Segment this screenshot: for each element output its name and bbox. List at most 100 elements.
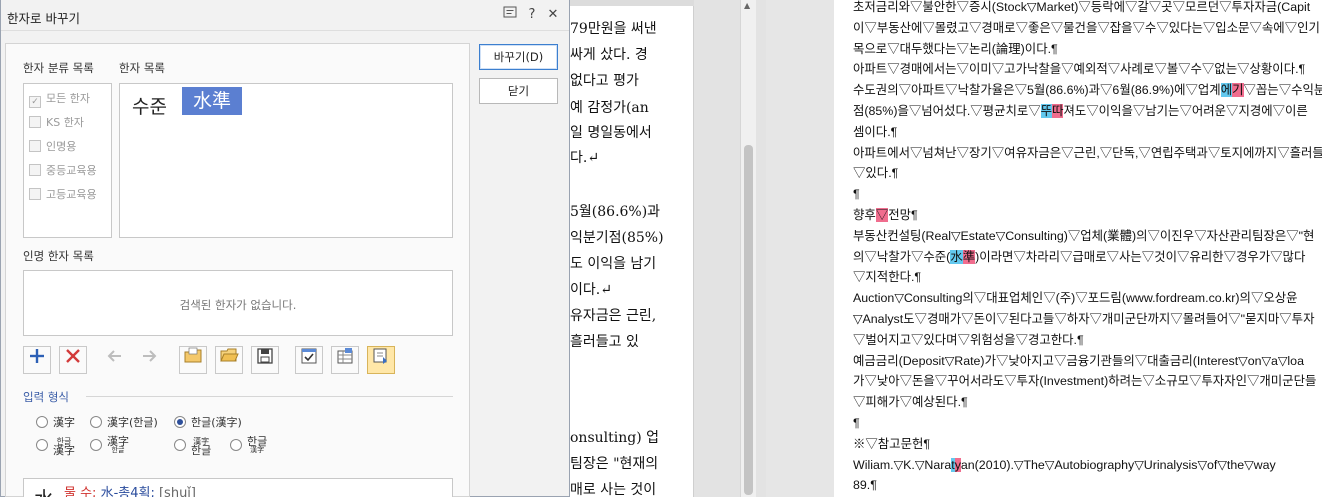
checkbox-icon[interactable] bbox=[29, 116, 41, 128]
checkbox-icon[interactable] bbox=[29, 188, 41, 200]
doc-left-line: 싸게 샀다. 경 bbox=[570, 47, 648, 63]
format-radio-ruby-hangul-small[interactable]: 한글 漢字 bbox=[230, 436, 267, 455]
highlighted-text: ▽ bbox=[875, 208, 889, 222]
text-run: 예금금리(Deposit▽Rate)가▽낮아지고▽금융기관들의▽대출금리(Int… bbox=[853, 353, 1304, 368]
format-radio-hanja[interactable]: 漢字 bbox=[36, 414, 75, 430]
radio-icon[interactable] bbox=[230, 439, 242, 451]
arrow-right-icon[interactable] bbox=[135, 346, 163, 374]
text-run: an(2010).▽The▽Autobiography▽Urinalysis▽o… bbox=[960, 457, 1276, 472]
text-run: ▽피해가▽예상된다.¶ bbox=[853, 395, 968, 410]
delete-button[interactable] bbox=[59, 346, 87, 374]
doc-left-line: 흘러들고 있 bbox=[570, 334, 639, 350]
doc-right-line: ▽있다.¶ bbox=[853, 163, 898, 183]
highlighted-text: 水 bbox=[950, 249, 963, 264]
text-run: Wiliam.▽K.▽Nara bbox=[853, 457, 952, 472]
text-run: 셈이다.¶ bbox=[853, 124, 898, 139]
grid-settings-icon[interactable] bbox=[331, 346, 359, 374]
text-run: 가▽낮아▽돈을▽꾸어서라도▽투자(Investment)하려는▽소규모▽투자자인… bbox=[853, 374, 1317, 389]
category-list-label: 한자 분류 목록 bbox=[23, 61, 94, 75]
category-item-high[interactable]: 고등교육용 bbox=[29, 186, 97, 202]
text-run: 져도▽이익을▽남기는▽어려운▽지경에▽이른 bbox=[1063, 104, 1308, 118]
radio-icon[interactable] bbox=[90, 416, 102, 428]
doc-left-line: 일 명일동에서 bbox=[570, 125, 652, 141]
text-run: 부동산컨설팅(Real▽Estate▽Consulting)▽업체(業體)의▽이… bbox=[853, 228, 1315, 243]
checkbox-icon[interactable] bbox=[29, 140, 41, 152]
hanja-pinyin: [shuǐ] bbox=[158, 486, 196, 497]
dictionary-folder-icon[interactable] bbox=[179, 346, 207, 374]
doc-right-line: 아파트에서▽넘쳐난▽장기▽여유자금은▽근린,▽단독,▽연립주택과▽토지에까지▽흘… bbox=[853, 143, 1322, 163]
radio-selected-icon[interactable] bbox=[174, 416, 186, 428]
radio-icon[interactable] bbox=[174, 439, 186, 451]
text-run: ¶ bbox=[853, 416, 860, 430]
text-run: 89.¶ bbox=[853, 478, 877, 493]
checkbox-icon[interactable] bbox=[29, 164, 41, 176]
replace-button[interactable]: 바꾸기(D) bbox=[479, 44, 558, 70]
category-item-all[interactable]: ✓ 모든 한자 bbox=[29, 90, 90, 108]
close-icon[interactable]: ✕ bbox=[544, 6, 562, 24]
doc-right-line: 향후▽전망¶ bbox=[853, 205, 918, 225]
format-radio-hanja-hangul[interactable]: 漢字(한글) bbox=[90, 414, 158, 430]
person-hanja-label: 인명 한자 목록 bbox=[23, 249, 94, 263]
format-radio-ruby-hanja-over-hangul[interactable]: 漢字 한글 bbox=[90, 436, 129, 455]
format-radio-ruby-hanja-small[interactable]: 漢字 한글 bbox=[174, 437, 211, 456]
doc-right-line: 수도권의▽아파트▽낙찰가율은▽5월(86.6%)과▽6월(86.9%)에▽업계에… bbox=[853, 80, 1322, 100]
text-run: ※▽참고문헌¶ bbox=[853, 436, 931, 451]
checklist-icon[interactable] bbox=[295, 346, 323, 374]
hanja-radical: 水-총4획; bbox=[100, 486, 155, 497]
ruler bbox=[570, 0, 694, 6]
highlighted-text: 기 bbox=[1232, 83, 1244, 98]
doc-right-line: Auction▽Consulting의▽대표업체인▽(주)▽포드림(www.fo… bbox=[853, 288, 1298, 308]
category-item-ks[interactable]: KS 한자 bbox=[29, 114, 84, 130]
person-hanja-empty: 검색된 한자가 없습니다. bbox=[179, 298, 297, 312]
text-run: 향후 bbox=[853, 208, 876, 222]
hanja-convert-dialog: 한자로 바꾸기 ? ✕ 한자 분류 목록 한자 목록 ✓ 모든 한자 KS 한자 … bbox=[0, 0, 570, 497]
doc-right-line: ¶ bbox=[853, 184, 860, 204]
plus-icon bbox=[30, 349, 44, 363]
arrow-left-icon[interactable] bbox=[101, 346, 129, 374]
doc-right-line: 예금금리(Deposit▽Rate)가▽낮아지고▽금융기관들의▽대출금리(Int… bbox=[853, 351, 1304, 371]
radio-icon[interactable] bbox=[90, 439, 102, 451]
text-run: 이▽부동산에▽몰렸고▽경매로▽좋은▽물건을▽잡을▽수▽있다는▽입소문▽속에▽인기 bbox=[853, 20, 1320, 35]
checkbox-checked-icon[interactable]: ✓ bbox=[29, 96, 41, 108]
category-item-middle[interactable]: 중등교육용 bbox=[29, 162, 97, 178]
doc-right-line: 부동산컨설팅(Real▽Estate▽Consulting)▽업체(業體)의▽이… bbox=[853, 226, 1314, 246]
scrollbar-thumb[interactable] bbox=[744, 145, 753, 495]
hanja-main-panel: 한자 분류 목록 한자 목록 ✓ 모든 한자 KS 한자 인명용 중등교육용 고등… bbox=[5, 43, 470, 497]
radio-icon[interactable] bbox=[36, 439, 48, 451]
doc-right-line: 89.¶ bbox=[853, 475, 877, 495]
format-radio-ruby-hangul-over-hanja[interactable]: 한글 漢字 bbox=[36, 437, 75, 456]
download-dictionary-icon[interactable] bbox=[367, 346, 395, 374]
add-button[interactable] bbox=[23, 346, 51, 374]
dialog-titlebar[interactable]: 한자로 바꾸기 ? ✕ bbox=[1, 0, 569, 31]
text-run: )이라면▽차라리▽급매로▽사는▽것이▽유리한▽경우가▽많다 bbox=[975, 249, 1306, 264]
doc-right-line: 이▽부동산에▽몰렸고▽경매로▽좋은▽물건을▽잡을▽수▽있다는▽입소문▽속에▽인기 bbox=[853, 18, 1320, 38]
radio-icon[interactable] bbox=[36, 416, 48, 428]
close-button[interactable]: 닫기 bbox=[479, 78, 558, 104]
doc-left-line: 팀장은 "현재의 bbox=[570, 456, 659, 472]
text-run: Auction▽Consulting의▽대표업체인▽(주)▽포드림(www.fo… bbox=[853, 291, 1298, 306]
open-folder-icon[interactable] bbox=[215, 346, 243, 374]
text-run: ▽있다.¶ bbox=[853, 166, 899, 181]
doc-left-line: 없다고 평가 bbox=[570, 73, 639, 89]
highlighted-text: 뚜 bbox=[1040, 104, 1053, 118]
hanja-candidate-selected[interactable]: 水準 bbox=[182, 87, 242, 115]
help-icon[interactable]: ? bbox=[523, 6, 541, 24]
hanja-reading: 수준 bbox=[132, 96, 167, 118]
format-radio-hangul-hanja[interactable]: 한글(漢字) bbox=[174, 414, 242, 430]
doc-left-line: 익분기점(85%) bbox=[570, 230, 664, 246]
doc-left-line: 5월(86.6%)과 bbox=[570, 204, 661, 220]
delete-x-icon bbox=[66, 349, 80, 363]
doc-right-line: ▽지적한다.¶ bbox=[853, 267, 921, 287]
highlighted-text: 따 bbox=[1052, 104, 1064, 118]
scroll-up-icon[interactable]: ▲ bbox=[744, 1, 750, 10]
category-item-name[interactable]: 인명용 bbox=[29, 138, 76, 154]
vertical-scrollbar[interactable]: ▲ bbox=[740, 0, 756, 497]
text-run: 점(85%)을▽넘어섰다.▽평균치로▽ bbox=[853, 104, 1041, 118]
doc-left-line: 다.↵ bbox=[570, 150, 600, 166]
document-page-right[interactable]: 초저금리와▽불안한▽증시(Stock▽Market)▽등락에▽갈▽곳▽모르던▽투… bbox=[834, 0, 1322, 497]
text-run: 목으로▽대두했다는▽논리(論理)이다.¶ bbox=[853, 41, 1058, 56]
window-icon[interactable] bbox=[501, 6, 519, 24]
category-list: ✓ 모든 한자 KS 한자 인명용 중등교육용 고등교육용 bbox=[23, 83, 112, 238]
doc-right-line: ▽피해가▽예상된다.¶ bbox=[853, 392, 968, 412]
save-icon[interactable] bbox=[251, 346, 279, 374]
